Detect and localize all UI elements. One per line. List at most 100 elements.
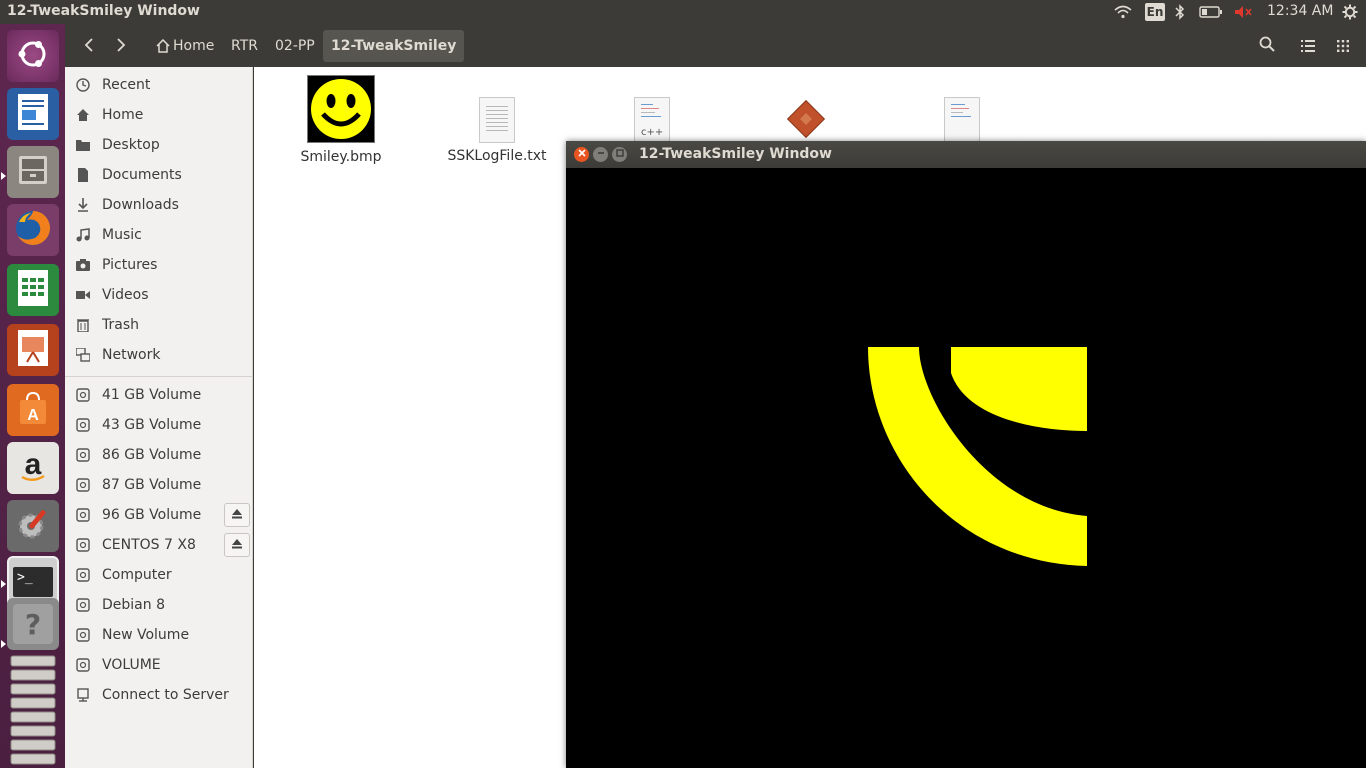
sidebar-item-87gb-volume[interactable]: 87 GB Volume [65, 471, 253, 499]
sidebar-item-label: Desktop [102, 137, 160, 153]
sidebar-item-label: Network [102, 347, 161, 363]
sidebar-item-pictures[interactable]: Pictures [65, 251, 253, 279]
question-icon: ? [13, 604, 53, 644]
opengl-canvas[interactable] [566, 168, 1366, 768]
volume-muted-icon[interactable] [1232, 3, 1254, 21]
sidebar-item-86gb-volume[interactable]: 86 GB Volume [65, 441, 253, 469]
sidebar-item-label: Computer [102, 567, 172, 583]
wifi-icon[interactable] [1112, 3, 1134, 21]
sidebar-item-videos[interactable]: Videos [65, 281, 253, 309]
sidebar-item-label: Home [102, 107, 144, 123]
ubuntu-dash-button[interactable] [7, 30, 59, 82]
eject-icon [231, 538, 243, 552]
executable-icon [784, 97, 828, 141]
sidebar-item-label: Recent [102, 77, 151, 93]
keyboard-layout-indicator[interactable]: En [1145, 3, 1165, 21]
drive-icon [75, 477, 91, 493]
sidebar-item-trash[interactable]: Trash [65, 311, 253, 339]
drive-icon [75, 657, 91, 673]
forward-button[interactable] [107, 30, 135, 62]
terminal-prompt-glyph: >_ [17, 570, 33, 585]
search-button[interactable] [1251, 30, 1283, 62]
file-name: Smiley.bmp [300, 149, 382, 165]
sidebar-item-computer[interactable]: Computer [65, 561, 253, 589]
eject-button-centos[interactable] [224, 533, 250, 557]
file-item[interactable] [942, 97, 982, 143]
writer-launcher[interactable] [7, 88, 59, 140]
breadcrumb-home[interactable]: Home [148, 30, 222, 62]
minimize-window-button[interactable] [593, 147, 608, 162]
sidebar-item-debian[interactable]: Debian 8 [65, 591, 253, 619]
grid-view-button[interactable] [1327, 30, 1359, 62]
drives-stack-icon[interactable] [7, 654, 59, 768]
active-window-title: 12-TweakSmiley Window [7, 3, 200, 19]
sidebar-item-recent[interactable]: Recent [65, 71, 253, 99]
files-launcher[interactable] [7, 146, 59, 198]
sidebar-item-music[interactable]: Music [65, 221, 253, 249]
sidebar-item-label: Videos [102, 287, 149, 303]
breadcrumb-current-folder[interactable]: 12-TweakSmiley [323, 30, 465, 62]
cpp-source-icon: c++ [634, 97, 670, 143]
calc-launcher[interactable] [7, 264, 59, 316]
sidebar-item-documents[interactable]: Documents [65, 161, 253, 189]
calc-icon [15, 268, 51, 312]
amazon-launcher[interactable]: a [7, 442, 59, 494]
sidebar-item-41gb-volume[interactable]: 41 GB Volume [65, 381, 253, 409]
sidebar-item-label: New Volume [102, 627, 190, 643]
sidebar-item-network[interactable]: Network [65, 341, 253, 369]
sidebar-item-downloads[interactable]: Downloads [65, 191, 253, 219]
close-icon [577, 149, 586, 160]
clock-icon [75, 77, 91, 93]
file-item[interactable]: Smiley.bmp [294, 75, 388, 165]
breadcrumb-rtr[interactable]: RTR [223, 30, 266, 62]
smiley-arc-shape [868, 347, 1087, 566]
sidebar-item-label: 86 GB Volume [102, 447, 202, 463]
launcher: A a >_ ? [0, 24, 65, 768]
list-view-button[interactable] [1292, 30, 1324, 62]
software-center-launcher[interactable]: A [7, 384, 59, 436]
breadcrumb-home-label: Home [173, 38, 215, 54]
document-icon [75, 167, 91, 183]
sidebar-item-43gb-volume[interactable]: 43 GB Volume [65, 411, 253, 439]
eject-button-96gb-volume[interactable] [224, 503, 250, 527]
sidebar-item-label: CENTOS 7 X8 [102, 537, 196, 553]
sidebar-separator [65, 376, 253, 377]
file-name: SSKLogFile.txt [447, 148, 547, 164]
window-title: 12-TweakSmiley Window [639, 146, 832, 162]
system-settings-launcher[interactable] [7, 500, 59, 552]
server-icon [75, 687, 91, 703]
video-icon [75, 287, 91, 303]
tweak-smiley-window: 12-TweakSmiley Window [566, 141, 1366, 768]
help-launcher[interactable]: ? [7, 598, 59, 650]
svg-text:A: A [27, 407, 39, 424]
battery-icon[interactable] [1197, 3, 1225, 21]
close-window-button[interactable] [574, 147, 589, 162]
sidebar-item-connect-to-server[interactable]: Connect to Server [65, 681, 253, 709]
sidebar-item-new-volume[interactable]: New Volume [65, 621, 253, 649]
trash-icon [75, 317, 91, 333]
sidebar-item-home[interactable]: Home [65, 101, 253, 129]
impress-launcher[interactable] [7, 324, 59, 376]
sidebar-item-volume[interactable]: VOLUME [65, 651, 253, 679]
sidebar-item-desktop[interactable]: Desktop [65, 131, 253, 159]
firefox-launcher[interactable] [7, 204, 59, 256]
window-titlebar[interactable]: 12-TweakSmiley Window [566, 141, 1366, 168]
maximize-window-button[interactable] [612, 147, 627, 162]
music-icon [75, 227, 91, 243]
back-button[interactable] [75, 30, 103, 62]
clock[interactable]: 12:34 AM [1267, 3, 1333, 19]
file-item[interactable] [784, 97, 828, 141]
bluetooth-icon[interactable] [1173, 3, 1187, 21]
file-item[interactable]: c++ [632, 97, 672, 143]
gear-icon[interactable] [1340, 3, 1360, 21]
breadcrumb-02-pp[interactable]: 02-PP [267, 30, 323, 62]
svg-text:a: a [25, 448, 42, 481]
running-indicator [1, 640, 6, 648]
smiley-fragment-graphic [868, 347, 1087, 566]
drive-icon [75, 447, 91, 463]
drive-icon [75, 417, 91, 433]
settings-icon [13, 504, 53, 548]
file-item[interactable]: SSKLogFile.txt [442, 97, 552, 164]
sidebar-item-label: 41 GB Volume [102, 387, 202, 403]
drive-icon [75, 567, 91, 583]
